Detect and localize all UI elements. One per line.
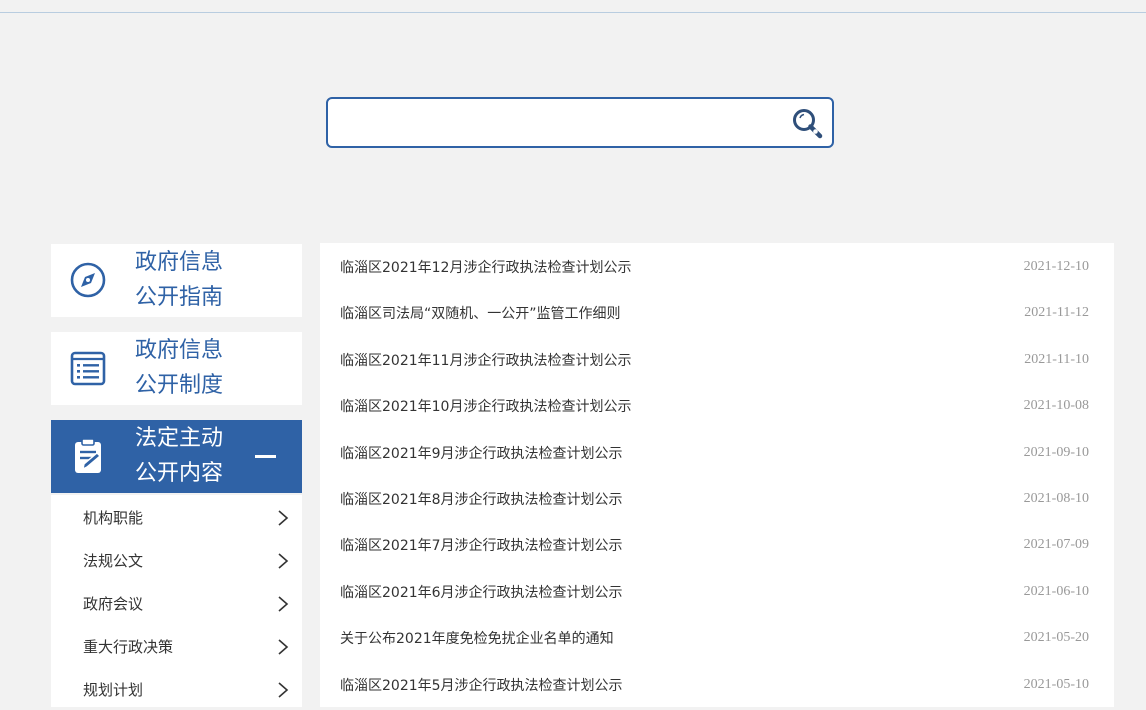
subnav-item-label: 重大行政决策 [83,638,174,656]
sidebar-item-disclosure-guide[interactable]: 政府信息 公开指南 [51,244,302,317]
list-item-title[interactable]: 临淄区2021年5月涉企行政执法检查计划公示 [340,675,623,695]
chevron-right-icon [278,553,289,569]
sidebar-item-disclosure-system[interactable]: 政府信息 公开制度 [51,332,302,405]
subnav-item-regulations[interactable]: 法规公文 [51,538,302,581]
search-box [326,97,834,148]
list-item-title[interactable]: 临淄区2021年6月涉企行政执法检查计划公示 [340,582,623,602]
subnav-item-institution-functions[interactable]: 机构职能 [51,495,302,538]
list-item-title[interactable]: 临淄区2021年9月涉企行政执法检查计划公示 [340,443,623,463]
list-item-date: 2021-05-20 [1023,630,1089,646]
list-item-date: 2021-05-10 [1023,676,1089,692]
list-item[interactable]: 临淄区2021年8月涉企行政执法检查计划公示 2021-08-10 [320,475,1114,521]
chevron-right-icon [278,596,289,612]
list-item[interactable]: 临淄区2021年6月涉企行政执法检查计划公示 2021-06-10 [320,568,1114,614]
compass-icon [67,259,109,301]
list-item-date: 2021-10-08 [1023,398,1089,414]
list-item-date: 2021-06-10 [1023,583,1089,599]
list-item-title[interactable]: 临淄区2021年12月涉企行政执法检查计划公示 [340,257,631,277]
subnav-item-label: 规划计划 [83,681,144,699]
list-item[interactable]: 临淄区2021年12月涉企行政执法检查计划公示 2021-12-10 [320,243,1114,289]
sidebar-item-label: 政府信息 公开制度 [135,338,224,398]
sidebar-item-label: 法定主动 公开内容 [135,426,224,486]
list-item-title[interactable]: 关于公布2021年度免检免扰企业名单的通知 [340,628,614,648]
list-item-date: 2021-08-10 [1023,490,1089,506]
list-item-date: 2021-07-09 [1023,537,1089,553]
document-list-icon [67,347,109,389]
subnav-item-label: 政府会议 [83,595,144,613]
subnav-item-major-decisions[interactable]: 重大行政决策 [51,624,302,667]
list-item-date: 2021-11-12 [1024,305,1089,321]
list-item-date: 2021-09-10 [1023,444,1089,460]
subnav-item-label: 法规公文 [83,552,144,570]
search-button[interactable] [788,105,826,141]
subnav-item-label: 机构职能 [83,509,144,527]
list-item[interactable]: 关于公布2021年度免检免扰企业名单的通知 2021-05-20 [320,614,1114,660]
sidebar-item-statutory-content[interactable]: 法定主动 公开内容 [51,420,302,493]
list-item[interactable]: 临淄区2021年10月涉企行政执法检查计划公示 2021-10-08 [320,382,1114,428]
list-item[interactable]: 临淄区2021年5月涉企行政执法检查计划公示 2021-05-10 [320,661,1114,707]
chevron-right-icon [278,639,289,655]
list-item-title[interactable]: 临淄区2021年7月涉企行政执法检查计划公示 [340,535,623,555]
collapse-icon[interactable] [255,455,276,458]
header-divider [0,12,1146,13]
list-item-title[interactable]: 临淄区2021年11月涉企行政执法检查计划公示 [340,350,631,370]
subnav-item-government-meetings[interactable]: 政府会议 [51,581,302,624]
list-item-title[interactable]: 临淄区司法局“双随机、一公开”监管工作细则 [340,303,621,323]
list-item-date: 2021-12-10 [1023,259,1089,274]
search-magnifier-icon [793,109,823,139]
list-item[interactable]: 临淄区2021年11月涉企行政执法检查计划公示 2021-11-10 [320,336,1114,382]
search-input[interactable] [336,105,780,142]
clipboard-edit-icon [67,435,109,477]
article-list: 临淄区2021年12月涉企行政执法检查计划公示 2021-12-10 临淄区司法… [320,243,1114,707]
subnav-item-plans[interactable]: 规划计划 [51,667,302,710]
chevron-right-icon [278,510,289,526]
list-item[interactable]: 临淄区2021年9月涉企行政执法检查计划公示 2021-09-10 [320,429,1114,475]
sidebar-subnav: 机构职能 法规公文 政府会议 重大行政决策 规划计划 [51,495,302,707]
list-item-date: 2021-11-10 [1024,351,1089,367]
chevron-right-icon [278,682,289,698]
list-item[interactable]: 临淄区2021年7月涉企行政执法检查计划公示 2021-07-09 [320,521,1114,567]
sidebar-item-label: 政府信息 公开指南 [135,250,224,310]
list-item[interactable]: 临淄区司法局“双随机、一公开”监管工作细则 2021-11-12 [320,289,1114,335]
list-item-title[interactable]: 临淄区2021年10月涉企行政执法检查计划公示 [340,396,631,416]
list-item-title[interactable]: 临淄区2021年8月涉企行政执法检查计划公示 [340,489,623,509]
